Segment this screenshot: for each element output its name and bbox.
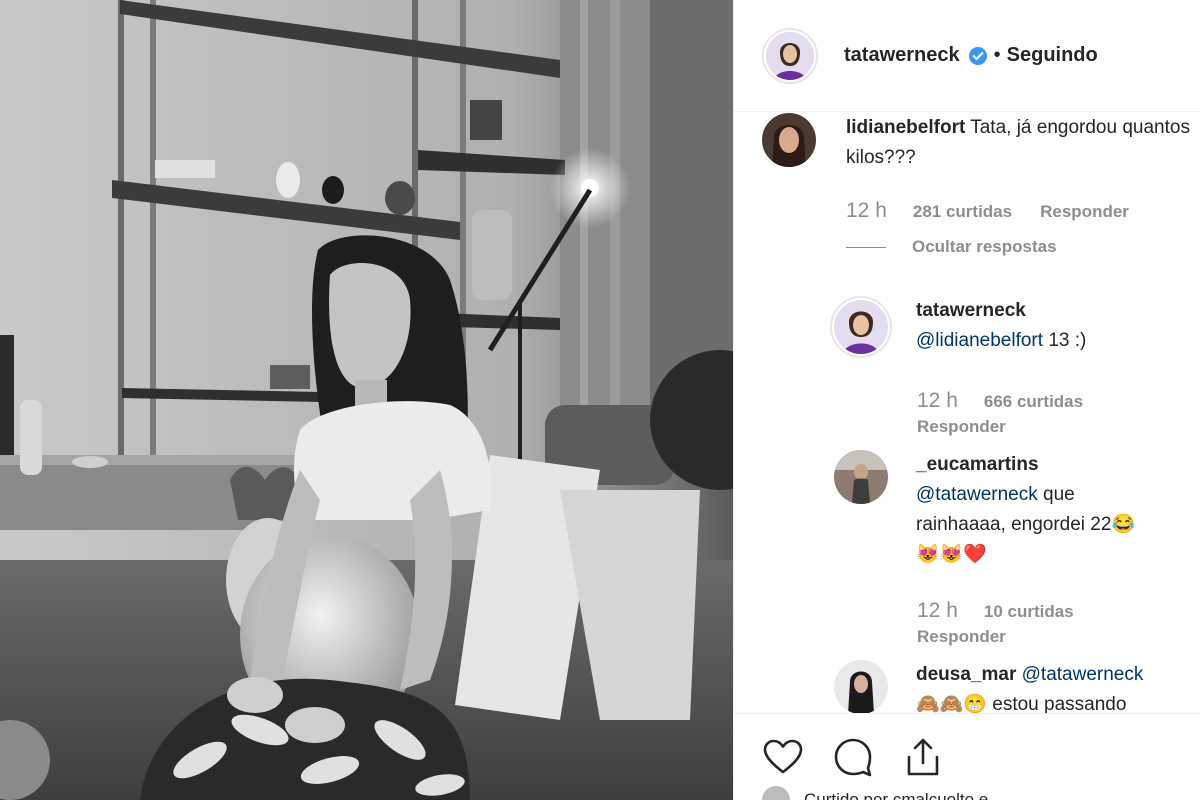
reply-meta: 12 h 10 curtidas — [917, 599, 1102, 623]
liker-avatar[interactable] — [762, 786, 790, 800]
tears-of-joy-emoji-icon: 😂 — [1111, 514, 1136, 535]
reply-text-line2: rainhaaaa, engordei 22 — [916, 514, 1112, 535]
reply-time[interactable]: 12 h — [917, 389, 958, 413]
reply-meta: 12 h 666 curtidas — [917, 389, 1111, 413]
author-avatar-image — [766, 31, 814, 80]
hide-replies-line — [846, 246, 886, 248]
reply-avatar[interactable] — [830, 296, 892, 358]
reply-mention[interactable]: @tatawerneck — [916, 484, 1038, 505]
reply-button[interactable]: Responder — [917, 627, 1006, 647]
reply-item: _eucamartins @tatawerneck que rainhaaaa,… — [834, 450, 1191, 570]
reply-mention[interactable]: @lidianebelfort — [916, 330, 1043, 351]
liked-by-row: Curtido por cmalcuolto e — [762, 786, 988, 800]
comment-likes[interactable]: 281 curtidas — [913, 202, 1012, 222]
reply-body: tatawerneck @lidianebelfort 13 :) — [916, 296, 1186, 358]
user-avatar-icon — [834, 450, 888, 504]
reply-item: deusa_mar @tatawerneck 🙈🙈😁 estou passand… — [834, 660, 1191, 713]
author-avatar[interactable] — [762, 27, 818, 84]
reply-text-line1: que — [1037, 484, 1075, 505]
user-avatar-icon — [762, 113, 816, 167]
comment-time[interactable]: 12 h — [846, 199, 887, 223]
comment-item: lidianebelfort Tata, já engordou quantos… — [762, 113, 1196, 173]
post-photo[interactable] — [0, 0, 733, 800]
user-avatar-icon — [834, 660, 888, 713]
reply-button[interactable]: Responder — [917, 417, 1006, 437]
reply-username[interactable]: tatawerneck — [916, 296, 1186, 326]
author-username[interactable]: tatawerneck — [844, 44, 960, 67]
reply-body: deusa_mar @tatawerneck 🙈🙈😁 estou passand… — [916, 660, 1191, 713]
reply-text: 13 :) — [1048, 330, 1087, 351]
reply-emoji-line: 😻😻❤️ — [916, 544, 987, 565]
reply-time[interactable]: 12 h — [917, 599, 958, 623]
reply-button[interactable]: Responder — [1040, 202, 1129, 222]
verified-badge-icon — [968, 46, 988, 66]
reply-username[interactable]: deusa_mar — [916, 664, 1016, 685]
reply-likes[interactable]: 10 curtidas — [984, 602, 1074, 622]
reply-text: 🙈🙈😁 estou passando — [916, 694, 1127, 713]
user-avatar-icon — [834, 300, 888, 354]
comment-body: lidianebelfort Tata, já engordou quantos… — [846, 113, 1196, 173]
follow-status-button[interactable]: Seguindo — [1007, 44, 1098, 67]
commenter-avatar[interactable] — [762, 113, 816, 167]
heart-icon[interactable] — [762, 736, 804, 778]
comment-icon[interactable] — [832, 736, 874, 778]
reply-avatar[interactable] — [834, 660, 888, 713]
share-icon[interactable] — [902, 736, 944, 778]
action-icons — [762, 736, 944, 778]
comments-list[interactable]: lidianebelfort Tata, já engordou quantos… — [734, 113, 1200, 713]
reply-body: _eucamartins @tatawerneck que rainhaaaa,… — [916, 450, 1191, 570]
post-actions-bar: Curtido por cmalcuolto e — [734, 713, 1200, 800]
reply-item: tatawerneck @lidianebelfort 13 :) — [830, 296, 1186, 358]
hide-replies-label: Ocultar respostas — [912, 237, 1057, 256]
separator-dot: • — [993, 44, 1001, 66]
comment-username[interactable]: lidianebelfort — [846, 117, 965, 138]
reply-avatar[interactable] — [834, 450, 888, 504]
post-header: tatawerneck • Seguindo — [734, 0, 1200, 112]
hide-replies-button[interactable]: Ocultar respostas — [846, 237, 1057, 257]
liked-by-text[interactable]: Curtido por cmalcuolto e — [804, 790, 988, 800]
post-photo-image — [0, 0, 733, 800]
comment-meta: 12 h 281 curtidas Responder — [846, 199, 1129, 223]
reply-username[interactable]: _eucamartins — [916, 450, 1191, 480]
post-side-panel: tatawerneck • Seguindo lidianebelfort Ta… — [733, 0, 1200, 800]
reply-mention[interactable]: @tatawerneck — [1022, 664, 1144, 685]
reply-likes[interactable]: 666 curtidas — [984, 392, 1083, 412]
